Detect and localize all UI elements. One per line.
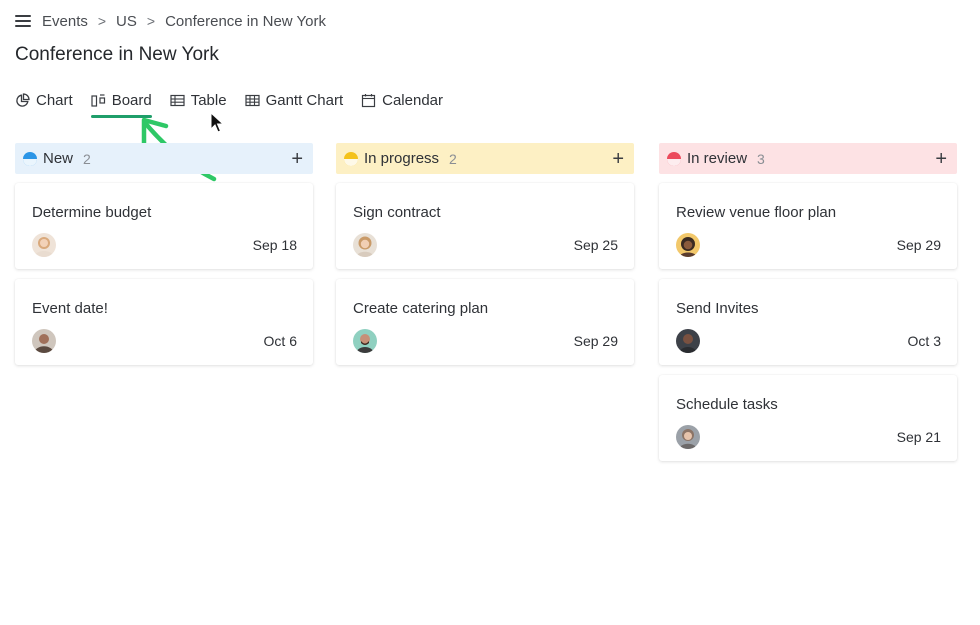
pie-chart-icon: [16, 92, 30, 107]
card-title: Review venue floor plan: [676, 204, 837, 221]
column-in-progress: In progress 2 + Sign contract Sep 25 Cre…: [336, 143, 634, 365]
calendar-icon: [362, 93, 376, 107]
tab-chart-label: Chart: [36, 91, 73, 109]
task-card[interactable]: Send Invites Oct 3: [659, 279, 957, 365]
column-title: New: [43, 150, 74, 167]
avatar: [676, 233, 700, 257]
card-date: Sep 18: [252, 237, 297, 253]
menu-icon[interactable]: [15, 15, 31, 27]
tab-board-label: Board: [111, 91, 152, 109]
add-card-button[interactable]: +: [291, 149, 303, 169]
breadcrumb-separator: >: [97, 13, 107, 29]
task-card[interactable]: Determine budget Sep 18: [15, 183, 313, 269]
tab-table[interactable]: Table: [170, 89, 227, 111]
card-date: Sep 21: [896, 429, 941, 445]
card-date: Sep 25: [573, 237, 618, 253]
add-card-button[interactable]: +: [612, 149, 624, 169]
column-in-review: In review 3 + Review venue floor plan Se…: [659, 143, 957, 461]
task-card[interactable]: Schedule tasks Sep 21: [659, 375, 957, 461]
avatar: [32, 329, 56, 353]
column-title: In progress: [364, 150, 440, 167]
card-title: Create catering plan: [353, 300, 489, 317]
tab-gantt-chart-label: Gantt Chart: [265, 91, 344, 109]
add-card-button[interactable]: +: [935, 149, 947, 169]
breadcrumb-us[interactable]: US: [116, 13, 137, 30]
task-card[interactable]: Create catering plan Sep 29: [336, 279, 634, 365]
card-title: Event date!: [32, 300, 108, 317]
table-icon: [170, 94, 185, 106]
card-title: Send Invites: [676, 300, 759, 317]
task-card[interactable]: Sign contract Sep 25: [336, 183, 634, 269]
column-new: New 2 + Determine budget Sep 18 Event da…: [15, 143, 313, 365]
task-card[interactable]: Event date! Oct 6: [15, 279, 313, 365]
column-header-new: New 2 +: [15, 143, 313, 174]
status-in-review-icon: [667, 151, 681, 166]
breadcrumb-events[interactable]: Events: [42, 13, 88, 30]
card-title: Determine budget: [32, 204, 152, 221]
tab-board[interactable]: Board: [90, 89, 152, 118]
status-in-progress-icon: [344, 151, 358, 166]
avatar: [32, 233, 56, 257]
page-title: Conference in New York: [15, 44, 219, 65]
status-new-icon: [23, 151, 37, 166]
view-tabs: Chart Board Table Gantt Chart Calendar: [15, 88, 461, 118]
breadcrumb-current: Conference in New York: [165, 12, 327, 30]
board-icon: [91, 93, 105, 107]
avatar: [353, 233, 377, 257]
tab-table-label: Table: [190, 91, 227, 109]
tab-calendar[interactable]: Calendar: [361, 89, 443, 111]
breadcrumb-separator: >: [146, 13, 156, 29]
avatar: [353, 329, 377, 353]
card-date: Sep 29: [573, 333, 618, 349]
card-date: Oct 6: [263, 333, 297, 349]
column-title: In review: [687, 150, 748, 167]
avatar: [676, 425, 700, 449]
card-title: Schedule tasks: [676, 396, 778, 413]
column-count: 3: [757, 150, 765, 167]
column-header-in-progress: In progress 2 +: [336, 143, 634, 174]
tab-calendar-label: Calendar: [382, 91, 443, 109]
avatar: [676, 329, 700, 353]
card-date: Sep 29: [896, 237, 941, 253]
breadcrumb: Events > US > Conference in New York: [15, 11, 326, 31]
tab-chart[interactable]: Chart: [15, 89, 73, 111]
tab-gantt-chart[interactable]: Gantt Chart: [244, 89, 344, 111]
column-header-in-review: In review 3 +: [659, 143, 957, 174]
task-card[interactable]: Review venue floor plan Sep 29: [659, 183, 957, 269]
column-count: 2: [449, 150, 457, 167]
gantt-icon: [244, 94, 260, 106]
card-date: Oct 3: [907, 333, 941, 349]
column-count: 2: [83, 150, 91, 167]
card-title: Sign contract: [353, 204, 441, 221]
